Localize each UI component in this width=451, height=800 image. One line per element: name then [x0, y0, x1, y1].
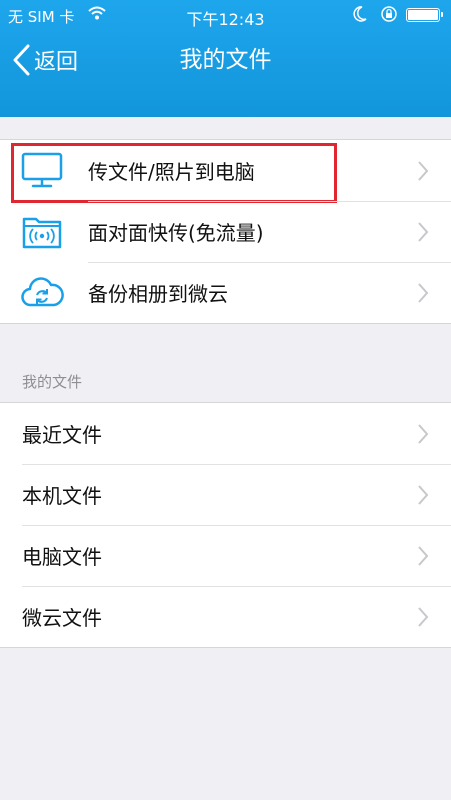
- list-item-label: 传文件/照片到电脑: [88, 160, 255, 184]
- list-item-backup-album[interactable]: 备份相册到微云: [0, 262, 451, 323]
- list-item-label: 电脑文件: [22, 545, 102, 569]
- list-item-label: 本机文件: [22, 484, 102, 508]
- moon-icon: [352, 5, 368, 27]
- chevron-right-icon: [418, 283, 429, 303]
- list-item-label: 面对面快传(免流量): [88, 221, 264, 245]
- section-header-my-files: 我的文件: [22, 373, 83, 391]
- cloud-sync-icon: [18, 270, 66, 314]
- chevron-right-icon: [418, 161, 429, 181]
- list-item-transfer-to-pc[interactable]: 传文件/照片到电脑: [0, 140, 451, 203]
- battery-icon: [406, 8, 443, 22]
- navigation-bar: 无 SIM 卡 下午12:43 返回 我的文件: [0, 0, 451, 117]
- page-title: 我的文件: [179, 47, 272, 73]
- list-item-face-to-face[interactable]: 面对面快传(免流量): [0, 201, 451, 262]
- chevron-right-icon: [418, 222, 429, 242]
- status-bar: 无 SIM 卡 下午12:43: [0, 0, 451, 30]
- list-item-local-files[interactable]: 本机文件: [0, 464, 451, 525]
- chevron-right-icon: [418, 485, 429, 505]
- rotation-lock-icon: [380, 5, 398, 27]
- chevron-right-icon: [418, 546, 429, 566]
- transfer-group: 传文件/照片到电脑 面对面快传(免流量) 备份相册到微云: [0, 139, 451, 324]
- monitor-icon: [18, 148, 66, 192]
- list-item-pc-files[interactable]: 电脑文件: [0, 525, 451, 586]
- list-item-label: 微云文件: [22, 606, 102, 630]
- list-item-recent-files[interactable]: 最近文件: [0, 403, 451, 464]
- list-item-label: 最近文件: [22, 423, 102, 447]
- files-group: 最近文件 本机文件 电脑文件 微云文件: [0, 402, 451, 648]
- wireless-folder-icon: [18, 209, 66, 253]
- chevron-right-icon: [418, 424, 429, 444]
- list-item-label: 备份相册到微云: [88, 282, 228, 306]
- list-item-weiyun-files[interactable]: 微云文件: [0, 586, 451, 647]
- chevron-right-icon: [418, 607, 429, 627]
